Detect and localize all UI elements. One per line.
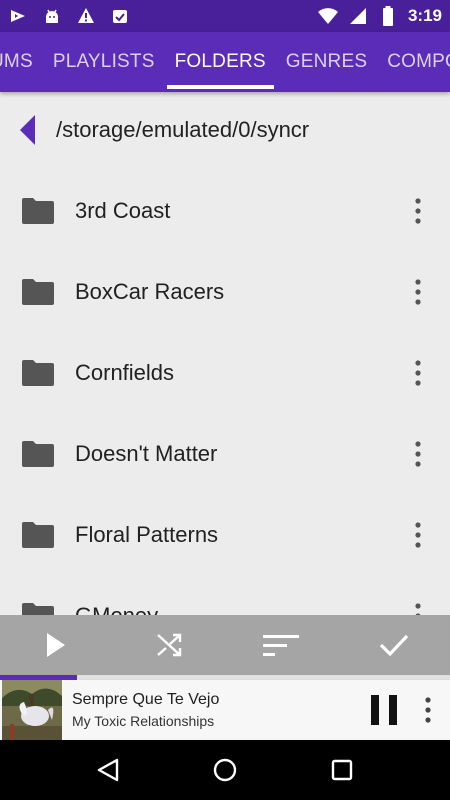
folder-icon xyxy=(0,278,75,305)
tab-albums[interactable]: UMS xyxy=(0,32,43,92)
more-vert-icon[interactable] xyxy=(394,262,442,322)
recents-icon[interactable] xyxy=(312,740,372,800)
tab-label: PLAYLISTS xyxy=(52,51,155,72)
status-bar: 3:19 xyxy=(0,0,450,32)
warning-icon xyxy=(76,6,96,26)
battery-icon xyxy=(378,6,398,26)
status-time: 3:19 xyxy=(407,6,442,25)
more-vert-icon[interactable] xyxy=(394,424,442,484)
folder-name: GMoney xyxy=(75,602,159,617)
checklist-icon xyxy=(110,6,130,26)
tab-folders[interactable]: FOLDERS xyxy=(165,32,276,92)
folder-icon xyxy=(0,197,75,224)
more-vert-icon[interactable] xyxy=(410,680,446,740)
tab-label: FOLDERS xyxy=(174,51,266,72)
tab-bar: UMS PLAYLISTS FOLDERS GENRES COMPO xyxy=(0,32,450,92)
album-art[interactable] xyxy=(2,680,62,740)
action-bar xyxy=(0,615,450,675)
navigation-bar xyxy=(0,740,450,800)
list-item[interactable]: BoxCar Racers xyxy=(0,251,450,332)
list-item[interactable]: Floral Patterns xyxy=(0,494,450,575)
android-icon xyxy=(42,6,62,26)
pause-icon[interactable] xyxy=(358,680,410,740)
folder-path-bar: /storage/emulated/0/syncr xyxy=(0,92,450,168)
list-item[interactable]: Cornfields xyxy=(0,332,450,413)
signal-icon xyxy=(348,6,368,26)
folder-icon xyxy=(0,440,75,467)
track-artist: My Toxic Relationships xyxy=(72,713,215,729)
wifi-icon xyxy=(317,6,338,26)
shuffle-icon[interactable] xyxy=(113,615,226,675)
sort-icon[interactable] xyxy=(225,615,338,675)
folder-icon xyxy=(0,602,75,616)
folder-icon xyxy=(0,521,75,548)
tab-label: UMS xyxy=(0,51,33,72)
folder-list: 3rd Coast BoxCar Racers Cornfields Doesn… xyxy=(0,170,450,616)
folder-name: Doesn't Matter xyxy=(75,440,218,466)
more-vert-icon[interactable] xyxy=(394,586,442,616)
folder-icon xyxy=(0,359,75,386)
folder-path: /storage/emulated/0/syncr xyxy=(56,117,310,142)
folder-name: 3rd Coast xyxy=(75,197,171,223)
select-icon[interactable] xyxy=(338,615,450,675)
now-playing-bar[interactable]: Sempre Que Te Vejo My Toxic Relationship… xyxy=(0,680,450,740)
back-icon[interactable] xyxy=(78,740,138,800)
folder-name: BoxCar Racers xyxy=(75,278,225,304)
list-item[interactable]: Doesn't Matter xyxy=(0,413,450,494)
more-vert-icon[interactable] xyxy=(394,343,442,403)
folder-name: Cornfields xyxy=(75,359,175,385)
more-vert-icon[interactable] xyxy=(394,505,442,565)
chevron-left-icon[interactable] xyxy=(0,92,56,168)
folder-name: Floral Patterns xyxy=(75,521,219,547)
tab-playlists[interactable]: PLAYLISTS xyxy=(43,32,165,92)
tab-label: COMPO xyxy=(387,51,450,72)
tab-genres[interactable]: GENRES xyxy=(276,32,377,92)
list-item[interactable]: GMoney xyxy=(0,575,450,616)
play-store-icon xyxy=(8,6,28,26)
tab-label: GENRES xyxy=(285,51,368,72)
home-icon[interactable] xyxy=(195,740,255,800)
track-title: Sempre Que Te Vejo xyxy=(72,691,220,708)
tab-composers[interactable]: COMPO xyxy=(377,32,450,92)
play-icon[interactable] xyxy=(0,615,113,675)
more-vert-icon[interactable] xyxy=(394,181,442,241)
list-item[interactable]: 3rd Coast xyxy=(0,170,450,251)
